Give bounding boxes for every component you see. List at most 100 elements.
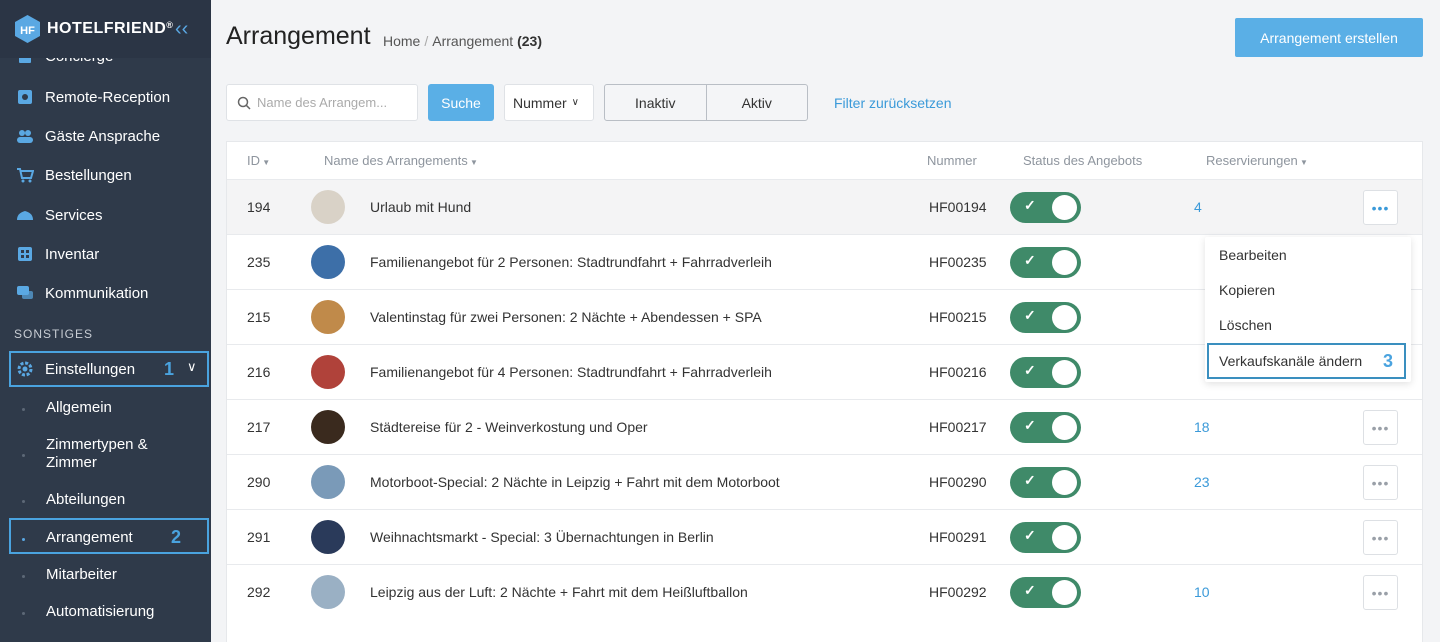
filter-inactive-button[interactable]: Inaktiv [605, 85, 706, 120]
menu-item-label: Verkaufskanäle ändern [1219, 353, 1363, 369]
more-actions-button[interactable]: ••• [1363, 520, 1398, 555]
toggle-knob [1052, 525, 1077, 550]
sidebar-section-label: SONSTIGES [14, 327, 94, 341]
table-row[interactable]: 217 Städtereise für 2 - Weinverkostung un… [227, 399, 1422, 454]
toggle-knob [1052, 360, 1077, 385]
status-toggle[interactable]: ✓ [1010, 192, 1081, 223]
sidebar-item-label: Gäste Ansprache [45, 127, 161, 145]
sidebar-item-communication[interactable]: Kommunikation [0, 275, 211, 311]
cell-id: 290 [247, 474, 271, 490]
breadcrumb-count: (23) [517, 33, 542, 49]
row-actions-menu: Bearbeiten Kopieren Löschen Verkaufskanä… [1205, 237, 1411, 382]
checkmark-icon: ✓ [1024, 252, 1036, 268]
chat-icon [17, 286, 33, 299]
cell-id: 194 [247, 199, 271, 215]
sidebar-item-guests[interactable]: Gäste Ansprache [0, 118, 211, 154]
inventory-icon [18, 247, 32, 261]
menu-item-change-sales-channels[interactable]: Verkaufskanäle ändern 3 [1207, 343, 1406, 379]
menu-item-edit[interactable]: Bearbeiten [1205, 237, 1411, 272]
more-actions-button[interactable]: ••• [1363, 575, 1398, 610]
sidebar-subitem-departments[interactable]: Abteilungen [0, 491, 211, 508]
create-arrangement-button[interactable]: Arrangement erstellen [1235, 18, 1423, 57]
status-toggle[interactable]: ✓ [1010, 467, 1081, 498]
column-header-label: Reservierungen [1206, 153, 1298, 168]
sidebar-item-label: Remote-Reception [45, 88, 171, 106]
remote-reception-icon [18, 90, 32, 104]
reservations-link[interactable]: 4 [1194, 199, 1202, 215]
svg-text:HF: HF [20, 25, 35, 37]
sidebar-item-inventory[interactable]: Inventar [0, 236, 211, 272]
table-row[interactable]: 194 Urlaub mit Hund HF00194 ✓ 4 ••• [227, 179, 1422, 234]
column-header-id[interactable]: ID ▼ [247, 153, 270, 168]
menu-item-delete[interactable]: Löschen [1205, 307, 1411, 342]
column-header-reservations[interactable]: Reservierungen ▼ [1206, 153, 1308, 168]
table-row[interactable]: 292 Leipzig aus der Luft: 2 Nächte + Fahr… [227, 564, 1422, 619]
menu-item-copy[interactable]: Kopieren [1205, 272, 1411, 307]
sidebar-subitem-automation[interactable]: Automatisierung [0, 603, 211, 620]
sidebar-subitem-room-types[interactable]: Zimmertypen & Zimmer [0, 436, 170, 472]
search-field-select[interactable]: Nummer ∨ [504, 84, 594, 121]
arrangement-thumbnail [311, 245, 345, 279]
sidebar-item-remote-reception[interactable]: Remote-Reception [0, 79, 211, 115]
arrangement-thumbnail [311, 190, 345, 224]
page-title: Arrangement [226, 22, 371, 50]
more-actions-button[interactable]: ••• [1363, 190, 1398, 225]
cell-name[interactable]: Valentinstag für zwei Personen: 2 Nächte… [370, 309, 762, 325]
reservations-link[interactable]: 23 [1194, 474, 1210, 490]
sidebar-item-orders[interactable]: Bestellungen [0, 157, 211, 193]
checkmark-icon: ✓ [1024, 197, 1036, 213]
filter-active-button[interactable]: Aktiv [705, 85, 808, 120]
sort-caret-icon: ▼ [260, 158, 271, 167]
search-button[interactable]: Suche [428, 84, 494, 121]
checkmark-icon: ✓ [1024, 527, 1036, 543]
select-value: Nummer [513, 94, 567, 111]
toggle-knob [1052, 415, 1077, 440]
cell-id: 292 [247, 584, 271, 600]
ellipsis-icon: ••• [1371, 474, 1390, 491]
toggle-knob [1052, 580, 1077, 605]
search-field[interactable] [226, 84, 418, 121]
more-actions-button[interactable]: ••• [1363, 465, 1398, 500]
step-marker-3: 3 [1383, 351, 1394, 371]
sidebar-subitem-staff[interactable]: Mitarbeiter [0, 566, 211, 583]
status-toggle[interactable]: ✓ [1010, 247, 1081, 278]
ellipsis-icon: ••• [1371, 419, 1390, 436]
cell-name[interactable]: Leipzig aus der Luft: 2 Nächte + Fahrt m… [370, 584, 748, 600]
collapse-sidebar-icon[interactable]: ‹‹ [175, 18, 188, 41]
table-row[interactable]: 291 Weihnachtsmarkt - Special: 3 Übernach… [227, 509, 1422, 564]
cell-name[interactable]: Motorboot-Special: 2 Nächte in Leipzig +… [370, 474, 780, 490]
status-toggle[interactable]: ✓ [1010, 522, 1081, 553]
breadcrumb-home[interactable]: Home [383, 33, 420, 49]
sort-caret-icon: ▼ [467, 158, 478, 167]
cell-name[interactable]: Weihnachtsmarkt - Special: 3 Übernachtun… [370, 529, 714, 545]
cell-name[interactable]: Städtereise für 2 - Weinverkostung und O… [370, 419, 648, 435]
status-toggle[interactable]: ✓ [1010, 412, 1081, 443]
logo[interactable]: HF HOTELFRIEND ® ‹‹ [0, 0, 211, 58]
sidebar: Concierge Remote-Reception Gäste Ansprac… [0, 0, 211, 642]
search-icon [237, 96, 251, 110]
status-toggle[interactable]: ✓ [1010, 577, 1081, 608]
reset-filters-link[interactable]: Filter zurücksetzen [834, 95, 951, 111]
highlight-arrangement [9, 518, 209, 554]
sidebar-subitem-general[interactable]: Allgemein [0, 399, 211, 416]
sidebar-item-label: Services [45, 206, 103, 224]
toggle-knob [1052, 195, 1077, 220]
table-row[interactable]: 290 Motorboot-Special: 2 Nächte in Leipzi… [227, 454, 1422, 509]
chevron-down-icon: ∨ [571, 97, 579, 108]
cell-name[interactable]: Familienangebot für 4 Personen: Stadtrun… [370, 364, 772, 380]
cart-icon [17, 168, 34, 183]
sidebar-item-services[interactable]: Services [0, 197, 211, 233]
column-header-name[interactable]: Name des Arrangements ▼ [324, 153, 478, 168]
sort-caret-icon: ▼ [1297, 158, 1308, 167]
breadcrumb-current: Arrangement [432, 33, 514, 49]
status-toggle[interactable]: ✓ [1010, 357, 1081, 388]
cell-name[interactable]: Urlaub mit Hund [370, 199, 471, 215]
more-actions-button[interactable]: ••• [1363, 410, 1398, 445]
search-input[interactable] [257, 95, 417, 110]
arrangement-thumbnail [311, 520, 345, 554]
column-header-number: Nummer [927, 153, 977, 168]
reservations-link[interactable]: 10 [1194, 584, 1210, 600]
cell-name[interactable]: Familienangebot für 2 Personen: Stadtrun… [370, 254, 772, 270]
status-toggle[interactable]: ✓ [1010, 302, 1081, 333]
reservations-link[interactable]: 18 [1194, 419, 1210, 435]
